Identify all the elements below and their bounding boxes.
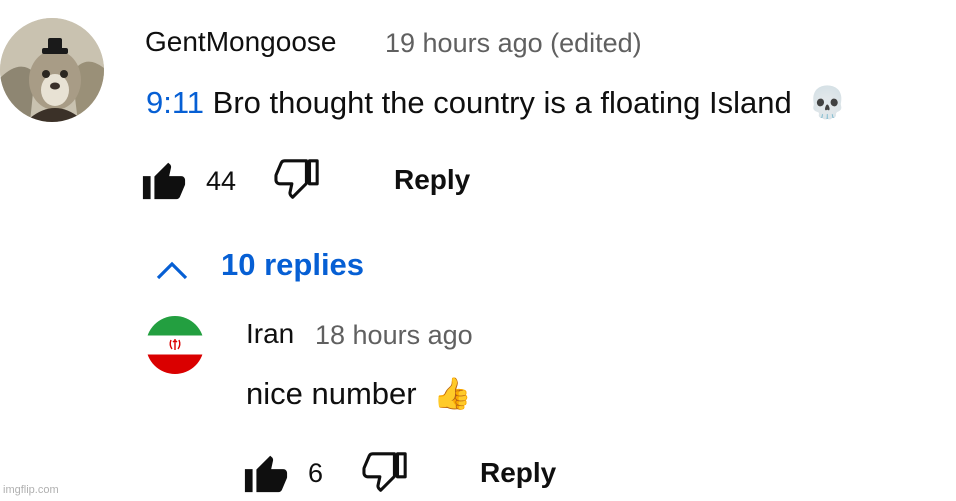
- comment-text-line: 9:11 Bro thought the country is a floati…: [146, 84, 847, 121]
- thumbs-up-emoji: 👍: [433, 376, 472, 411]
- comment-author[interactable]: GentMongoose: [145, 26, 336, 58]
- skull-emoji: 💀: [808, 85, 847, 120]
- reply-reply-button[interactable]: Reply: [480, 457, 556, 489]
- reply-time[interactable]: 18 hours ago: [315, 320, 473, 351]
- imgflip-watermark: imgflip.com: [3, 484, 59, 496]
- dislike-button[interactable]: [274, 157, 322, 208]
- like-count: 44: [206, 166, 237, 196]
- video-timestamp-link[interactable]: 9:11: [146, 85, 204, 120]
- reply-text-line: nice number 👍: [246, 375, 472, 412]
- like-button[interactable]: [140, 157, 188, 208]
- reply-dislike-button[interactable]: [362, 450, 410, 501]
- reply-author[interactable]: Iran: [246, 318, 294, 350]
- comment-text: Bro thought the country is a floating Is…: [212, 85, 792, 120]
- reply-button[interactable]: Reply: [394, 164, 470, 196]
- reply-text: nice number: [246, 376, 417, 411]
- reply-like-count: 6: [308, 458, 324, 488]
- thumbs-down-icon: [274, 159, 319, 199]
- comment-time[interactable]: 19 hours ago (edited): [385, 28, 642, 59]
- reply-like-button[interactable]: [242, 450, 290, 501]
- reply-avatar-iran-flag[interactable]: [146, 316, 204, 374]
- replies-count-label[interactable]: 10 replies: [221, 247, 364, 283]
- thumbs-up-icon: [244, 455, 288, 493]
- chevron-up-icon: [156, 261, 188, 280]
- thumbs-up-icon: [142, 162, 186, 200]
- commenter-avatar[interactable]: [0, 18, 104, 122]
- thumbs-down-icon: [362, 452, 407, 492]
